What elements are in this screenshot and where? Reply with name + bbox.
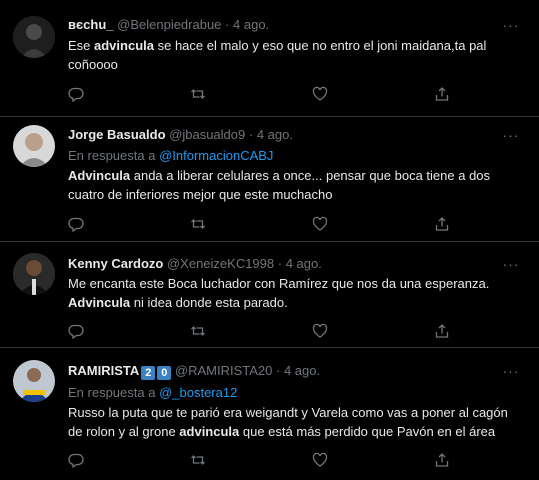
separator: ·	[225, 17, 230, 32]
author-handle[interactable]: @RAMIRISTA20	[175, 363, 272, 378]
tweet-date[interactable]: 4 ago.	[284, 363, 320, 378]
tweet-header: вєchu_ @Belenpiedrabue · 4 ago.	[68, 17, 499, 33]
tweet-text: Russo la puta que te parió era weigandt …	[68, 405, 508, 439]
tweet-actions	[68, 86, 458, 102]
separator: ·	[248, 127, 254, 142]
share-icon[interactable]	[434, 452, 450, 468]
author-name[interactable]: Jorge Basualdo	[68, 127, 166, 142]
reply-icon[interactable]	[68, 216, 84, 232]
separator: ·	[276, 363, 281, 378]
retweet-icon[interactable]	[190, 216, 206, 232]
highlighted-term: advincula	[94, 38, 154, 53]
reply-icon[interactable]	[68, 323, 84, 339]
tweet-card[interactable]: Jorge Basualdo @jbasualdo9 · 4 ago. ··· …	[0, 117, 539, 242]
number-badge: 0	[157, 366, 172, 380]
avatar[interactable]	[13, 125, 55, 167]
more-options-icon[interactable]: ···	[501, 127, 521, 143]
retweet-icon[interactable]	[190, 323, 206, 339]
highlighted-term: Advincula	[68, 294, 131, 310]
author-name[interactable]: Kenny Cardozo	[68, 256, 163, 271]
tweet-actions	[68, 216, 458, 232]
reply-icon[interactable]	[68, 86, 84, 102]
author-handle[interactable]: @Belenpiedrabue	[117, 17, 221, 32]
like-icon[interactable]	[312, 452, 328, 468]
reply-context: En respuesta a @_bostera12	[68, 385, 238, 400]
tweet-card[interactable]: Kenny Cardozo @XeneizeKC1998 · 4 ago. ··…	[0, 242, 539, 348]
highlighted-term: advincula	[179, 423, 240, 439]
reply-icon[interactable]	[68, 452, 84, 468]
author-name[interactable]: RAMIRISTA	[68, 363, 139, 378]
tweet-date[interactable]: 4 ago.	[233, 17, 269, 32]
retweet-icon[interactable]	[190, 86, 206, 102]
share-icon[interactable]	[434, 323, 450, 339]
tweet-actions	[68, 323, 458, 339]
tweet-header: Kenny Cardozo @XeneizeKC1998 · 4 ago.	[68, 256, 499, 272]
tweet-date[interactable]: 4 ago.	[257, 127, 293, 142]
tweet-header: RAMIRISTA 2 0 @RAMIRISTA20 · 4 ago.	[68, 363, 499, 380]
tweet-card[interactable]: RAMIRISTA 2 0 @RAMIRISTA20 · 4 ago. ··· En…	[0, 348, 539, 480]
share-icon[interactable]	[434, 86, 450, 102]
tweet-text: Advincula anda a liberar celulares a onc…	[68, 168, 491, 202]
author-handle[interactable]: @jbasualdo9	[169, 127, 245, 142]
highlighted-term: Advincula	[68, 168, 131, 183]
more-options-icon[interactable]: ···	[501, 17, 521, 33]
number-badge: 2	[141, 366, 156, 380]
author-name[interactable]: вєchu_	[68, 17, 114, 32]
tweet-card[interactable]: вєchu_ @Belenpiedrabue · 4 ago. ··· Ese …	[0, 0, 539, 117]
avatar[interactable]	[13, 16, 55, 58]
tweet-actions	[68, 452, 458, 468]
retweet-icon[interactable]	[190, 452, 206, 468]
reply-context: En respuesta a @InformacionCABJ	[68, 148, 274, 163]
author-handle[interactable]: @XeneizeKC1998	[167, 256, 274, 271]
separator: ·	[277, 256, 283, 271]
tweet-date[interactable]: 4 ago.	[286, 256, 322, 271]
reply-to-link[interactable]: @InformacionCABJ	[159, 148, 273, 163]
tweet-text: Ese advincula se hace el malo y eso que …	[68, 38, 487, 72]
share-icon[interactable]	[434, 216, 450, 232]
like-icon[interactable]	[312, 323, 328, 339]
more-options-icon[interactable]: ···	[501, 256, 521, 272]
like-icon[interactable]	[312, 86, 328, 102]
avatar[interactable]	[13, 360, 55, 402]
tweet-text: Me encanta este Boca luchador con Ramíre…	[68, 276, 490, 310]
avatar[interactable]	[13, 253, 55, 295]
reply-to-link[interactable]: @_bostera12	[159, 385, 237, 400]
more-options-icon[interactable]: ···	[501, 363, 521, 379]
tweet-header: Jorge Basualdo @jbasualdo9 · 4 ago.	[68, 127, 499, 143]
like-icon[interactable]	[312, 216, 328, 232]
